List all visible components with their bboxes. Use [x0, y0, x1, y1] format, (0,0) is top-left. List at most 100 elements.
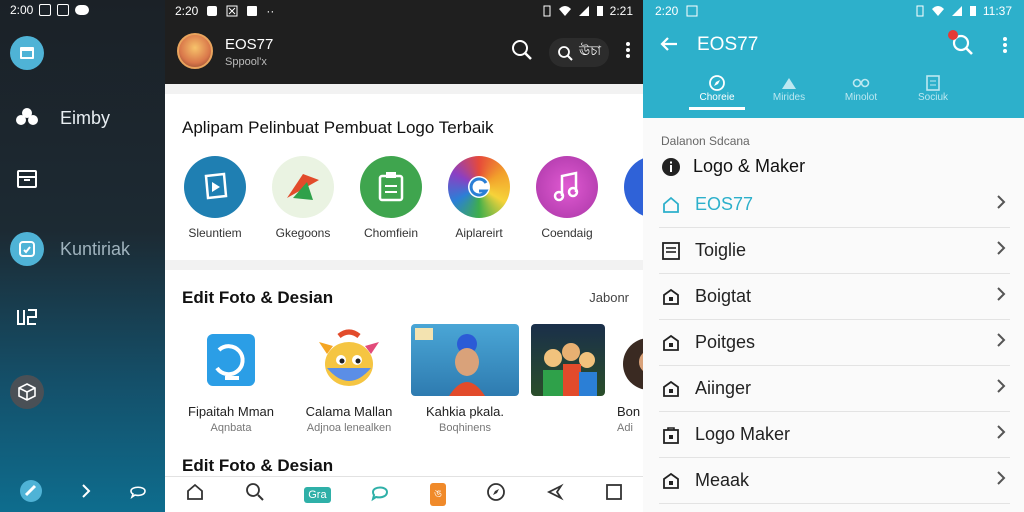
drawer-bottom-bar: [0, 474, 165, 512]
drawer-item-grid[interactable]: [10, 300, 44, 334]
tile-name: Calama Mallan: [305, 404, 393, 419]
tab-label: Choreie: [699, 92, 735, 103]
info-header: Logo & Maker: [661, 156, 805, 177]
nav-badge-gra[interactable]: Gra: [304, 486, 331, 503]
status-time-right: 2:21: [609, 4, 633, 18]
list-item[interactable]: Aiinger: [659, 366, 1010, 412]
app-item[interactable]: Coendaig: [535, 156, 599, 240]
grid-icon: [10, 300, 44, 334]
vibrate-icon: [916, 5, 924, 17]
tile-image: [313, 324, 385, 396]
wifi-icon: [931, 6, 944, 16]
top-apps-card: Aplipam Pelinbuat Pembuat Logo Terbaik S…: [165, 94, 643, 260]
list-item[interactable]: Toiglie: [659, 228, 1010, 274]
tile-item[interactable]: [531, 324, 605, 434]
signal-icon: [578, 6, 589, 16]
more-dots-icon: ··: [266, 4, 275, 18]
status-bar: 2:00: [0, 0, 165, 20]
list-item[interactable]: Logo Maker: [659, 412, 1010, 458]
vibrate-icon: [543, 5, 551, 17]
app-item[interactable]: Sleuntiem: [183, 156, 247, 240]
square-icon[interactable]: [605, 483, 623, 506]
tab-sociuk[interactable]: Sociuk: [903, 74, 963, 110]
app-name: Coendaig: [541, 226, 593, 240]
drawer-item-eimby[interactable]: Eimby: [10, 101, 110, 135]
back-arrow-icon[interactable]: [659, 34, 679, 59]
section-title: Aplipam Pelinbuat Pembuat Logo Terbaik: [182, 118, 494, 137]
tab-minolot[interactable]: Minolot: [831, 74, 891, 110]
list-icon: [659, 239, 683, 263]
app-icon-chomfiein: [360, 156, 422, 218]
app-name: Gkegoons: [275, 226, 331, 240]
clock-icon: [10, 232, 44, 266]
document-icon: [926, 75, 940, 91]
tile-row: Fipaitah Mman Aqnbata Calama Mallan Adjn…: [175, 324, 643, 434]
drawer-item-cube[interactable]: [10, 375, 44, 409]
chat-icon[interactable]: [129, 483, 147, 504]
photo-icon: [247, 6, 258, 16]
window-icon: [10, 36, 44, 70]
list-item-label: Boigtat: [695, 286, 752, 306]
app-item[interactable]: Aiplareirt: [447, 156, 511, 240]
app-item[interactable]: Gkegoons: [271, 156, 335, 240]
overflow-menu-icon[interactable]: [1002, 36, 1008, 59]
status-time: 2:20: [655, 4, 679, 18]
settings-list: EOS77 Toiglie Boigtat Poitges Aiinger Lo…: [659, 182, 1010, 504]
app-item[interactable]: Chomfiein: [359, 156, 423, 240]
list-item-label: Poitges: [695, 332, 756, 352]
app-icon-aiplareirt: [448, 156, 510, 218]
app-icon-coendaig: [536, 156, 598, 218]
chevron-right-icon[interactable]: [80, 483, 92, 504]
chevron-right-icon: [996, 424, 1006, 445]
overflow-menu-icon[interactable]: [625, 41, 631, 64]
nav-badge-orange[interactable]: ঙ: [429, 483, 447, 506]
search-button[interactable]: [948, 30, 974, 61]
tile-item[interactable]: Calama Mallan Adjnoa lenealken: [299, 324, 399, 434]
tile-image: [195, 324, 267, 396]
tab-mirides[interactable]: Mirides: [759, 74, 819, 110]
tree-icon: [10, 101, 44, 135]
tab-indicator: [905, 107, 961, 110]
signal-icon: [951, 6, 962, 16]
app-item[interactable]: Bc: [623, 156, 643, 240]
tile-item[interactable]: Kahkia pkala. Boqhinens: [411, 324, 519, 434]
search-chip-text: ঊচা: [579, 43, 601, 58]
compass-icon: [709, 75, 725, 91]
upload-icon: [207, 6, 218, 16]
tile-name: Bon: [617, 404, 641, 419]
info-icon: [662, 157, 680, 176]
list-item-label: EOS77: [695, 194, 754, 214]
compass-icon[interactable]: [486, 482, 506, 507]
notification-icon: [686, 5, 698, 17]
chevron-right-icon: [996, 194, 1006, 215]
search-icon[interactable]: [511, 39, 533, 66]
list-item-label: Aiinger: [695, 378, 752, 398]
avatar[interactable]: [177, 33, 213, 69]
cube-icon: [10, 375, 44, 409]
search-icon[interactable]: [245, 482, 265, 507]
list-item[interactable]: EOS77: [659, 182, 1010, 228]
app-icon-sleuntiem: [184, 156, 246, 218]
tab-bar: Choreie Mirides Minolot Sociuk: [687, 74, 963, 110]
search-chip[interactable]: ঊচা: [549, 38, 609, 67]
drawer-item-kuntiriak[interactable]: Kuntiriak: [10, 232, 130, 266]
edit-icon[interactable]: [19, 479, 43, 508]
tab-indicator: [761, 107, 817, 110]
back-icon[interactable]: [545, 482, 565, 507]
lock-icon: [659, 331, 683, 355]
drawer-label-kuntiriak: Kuntiriak: [60, 238, 131, 259]
tile-item[interactable]: Fipaitah Mman Aqnbata: [175, 324, 287, 434]
list-item[interactable]: Boigtat: [659, 274, 1010, 320]
drawer-item-inbox[interactable]: [10, 162, 44, 196]
close-box-icon: [226, 5, 238, 17]
tab-choreie[interactable]: Choreie: [687, 74, 747, 110]
drawer-item-window[interactable]: [10, 36, 44, 70]
tile-item[interactable]: Bon Adi: [617, 324, 643, 434]
see-more-link[interactable]: Jabonr: [589, 290, 629, 305]
photo-icon: [39, 4, 52, 16]
list-item[interactable]: Meaak: [659, 458, 1010, 504]
home-icon[interactable]: [185, 482, 205, 507]
chat-icon[interactable]: [370, 482, 390, 507]
status-time: 2:20: [175, 4, 199, 18]
list-item[interactable]: Poitges: [659, 320, 1010, 366]
